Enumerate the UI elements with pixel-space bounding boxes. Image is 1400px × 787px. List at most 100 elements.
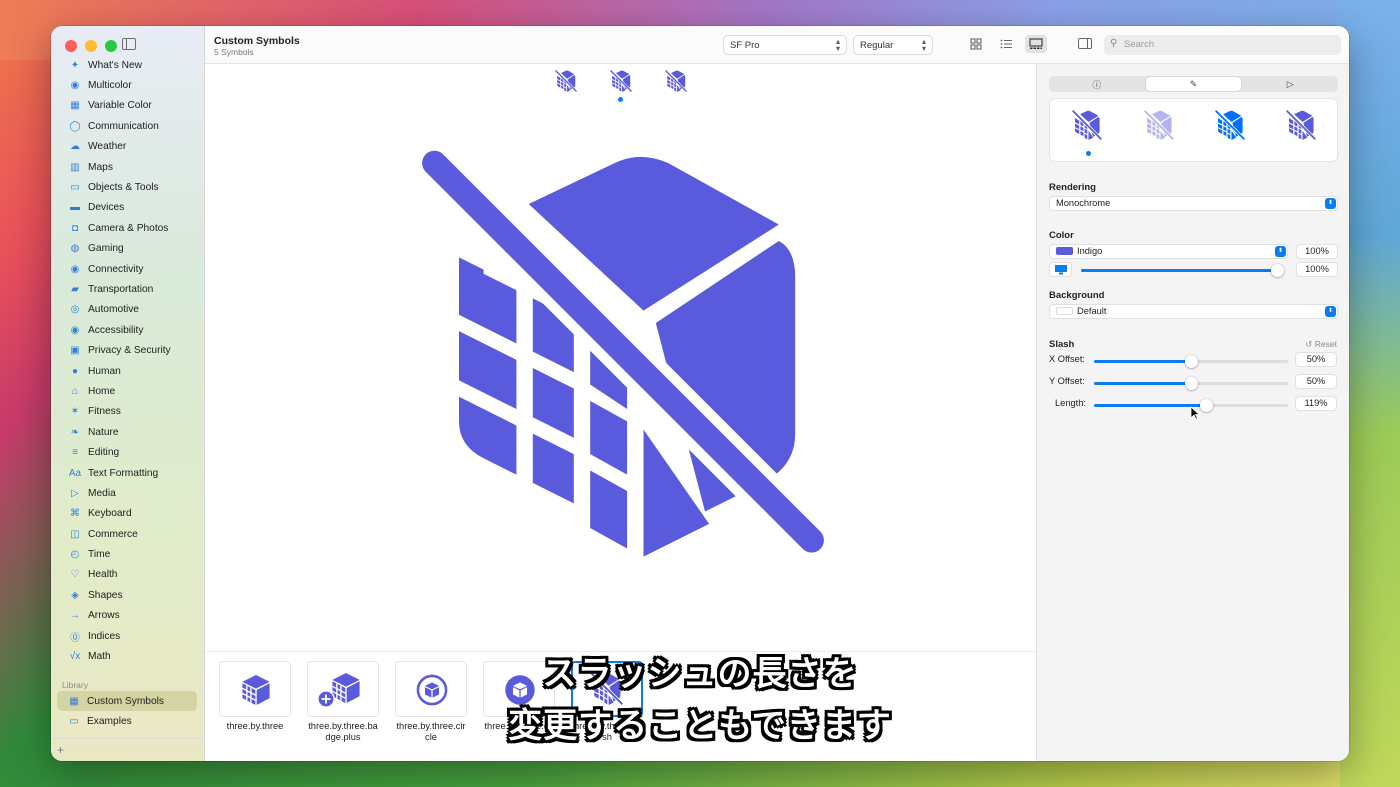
opacity-percent-field[interactable]: 100% bbox=[1296, 262, 1338, 277]
list-view-button[interactable] bbox=[995, 35, 1017, 53]
sidebar-item[interactable]: ▭ Objects & Tools bbox=[51, 177, 205, 197]
opacity-slider-knob[interactable] bbox=[1271, 264, 1284, 277]
palette-preview[interactable] bbox=[1214, 109, 1246, 142]
x-offset-slider[interactable] bbox=[1094, 355, 1288, 368]
y-offset-slider-knob[interactable] bbox=[1185, 377, 1198, 390]
color-percent-field[interactable]: 100% bbox=[1296, 244, 1338, 259]
variant-small[interactable] bbox=[554, 69, 578, 94]
length-slider-knob[interactable] bbox=[1200, 399, 1213, 412]
variant-medium[interactable] bbox=[609, 69, 633, 102]
updown-chevron-icon: ⬍ bbox=[1325, 198, 1336, 209]
sidebar-item[interactable]: ▦ Variable Color bbox=[51, 96, 205, 116]
hierarchical-preview[interactable] bbox=[1143, 109, 1175, 142]
reset-button[interactable]: ↺ Reset bbox=[1305, 339, 1337, 350]
sidebar-item-label: Nature bbox=[88, 426, 119, 438]
sidebar-item-label: Variable Color bbox=[88, 100, 152, 112]
cube-grid-slash-icon bbox=[1214, 109, 1246, 142]
sidebar-item-label: Camera & Photos bbox=[88, 222, 169, 234]
sidebar-item[interactable]: ◉ Accessibility bbox=[51, 320, 205, 340]
search-field[interactable]: ⚲ Search bbox=[1104, 35, 1341, 55]
sidebar-item[interactable]: ▷ Media bbox=[51, 483, 205, 503]
sidebar-item[interactable]: ◘ Camera & Photos bbox=[51, 218, 205, 238]
opacity-slider[interactable] bbox=[1081, 264, 1284, 277]
sidebar-item[interactable]: ◍ Gaming bbox=[51, 239, 205, 259]
sidebar-item[interactable]: ◴ Time bbox=[51, 544, 205, 564]
sidebar-item[interactable]: ❧ Nature bbox=[51, 422, 205, 442]
length-field[interactable]: 119% bbox=[1295, 396, 1337, 411]
sidebar-item[interactable]: ☁ Weather bbox=[51, 137, 205, 157]
sidebar-item-label: Objects & Tools bbox=[88, 182, 159, 194]
background-select[interactable]: Default ⬍ bbox=[1049, 304, 1338, 319]
minimize-button[interactable] bbox=[85, 40, 97, 52]
toolbar: Custom Symbols 5 Symbols SF Pro ▴ ▾ Regul… bbox=[205, 26, 1349, 64]
mouse-cursor-icon bbox=[1190, 406, 1200, 420]
weight-popup[interactable]: Regular ▴ ▾ bbox=[853, 35, 933, 55]
sidebar-item[interactable]: ⓪ Indices bbox=[51, 626, 205, 646]
opacity-mode-button[interactable] bbox=[1049, 262, 1072, 277]
inspector-toggle-icon[interactable] bbox=[1078, 38, 1092, 49]
sidebar-item[interactable]: ◉ Connectivity bbox=[51, 259, 205, 279]
color-swatch bbox=[1056, 247, 1073, 255]
sidebar-item[interactable]: ◯ Communication bbox=[51, 116, 205, 136]
y-offset-label: Y Offset: bbox=[1049, 376, 1085, 386]
sidebar-item[interactable]: ♡ Health bbox=[51, 565, 205, 585]
reset-label: Reset bbox=[1314, 339, 1337, 349]
sidebar-item[interactable]: ✶ Fitness bbox=[51, 402, 205, 422]
sidebar-item[interactable]: ● Human bbox=[51, 361, 205, 381]
sidebar-item[interactable]: ▰ Transportation bbox=[51, 279, 205, 299]
sidebar-item-label: Automotive bbox=[88, 304, 139, 316]
sidebar-item-label: Weather bbox=[88, 141, 127, 153]
sidebar-item-label: Media bbox=[88, 487, 116, 499]
gallery-view-button[interactable] bbox=[1025, 35, 1047, 53]
grid-view-button[interactable] bbox=[965, 35, 987, 53]
rendering-select[interactable]: Monochrome ⬍ bbox=[1049, 196, 1338, 211]
variable-color-icon: ▦ bbox=[70, 100, 80, 112]
sidebar-item-label: Health bbox=[88, 569, 118, 581]
x-offset-slider-knob[interactable] bbox=[1185, 355, 1198, 368]
slider-icon: ≡ bbox=[72, 447, 78, 459]
sidebar-item[interactable]: ▣ Privacy & Security bbox=[51, 340, 205, 360]
search-placeholder: Search bbox=[1124, 39, 1155, 50]
close-button[interactable] bbox=[65, 40, 77, 52]
sidebar-item[interactable]: ✦ What's New bbox=[51, 55, 205, 75]
rendering-select-value: Monochrome bbox=[1056, 198, 1111, 208]
sidebar-item-label: Devices bbox=[88, 202, 125, 214]
sidebar-item-label: Shapes bbox=[88, 589, 123, 601]
variant-large[interactable] bbox=[664, 69, 688, 94]
info-tab[interactable]: ⓘ bbox=[1049, 76, 1145, 92]
sidebar-item[interactable]: ⌘ Keyboard bbox=[51, 504, 205, 524]
zoom-button[interactable] bbox=[105, 40, 117, 52]
animation-tab[interactable]: ▷ bbox=[1242, 76, 1338, 92]
background-label: Background bbox=[1049, 290, 1105, 301]
sidebar-item-label: Indices bbox=[88, 630, 121, 642]
sidebar-item[interactable]: ◉ Multicolor bbox=[51, 75, 205, 95]
color-select[interactable]: Indigo ⬍ bbox=[1049, 244, 1288, 259]
font-popup[interactable]: SF Pro ▴ ▾ bbox=[723, 35, 847, 55]
sidebar-item[interactable]: ◎ Automotive bbox=[51, 300, 205, 320]
y-offset-slider[interactable] bbox=[1094, 377, 1288, 390]
gallery-icon bbox=[1029, 38, 1043, 49]
command-icon: ⌘ bbox=[70, 508, 80, 520]
list-icon bbox=[1000, 39, 1012, 49]
sidebar-item[interactable]: ▬ Devices bbox=[51, 198, 205, 218]
sidebar-item[interactable]: ≡ Editing bbox=[51, 442, 205, 462]
sidebar-item-label: Connectivity bbox=[88, 263, 144, 275]
x-offset-field[interactable]: 50% bbox=[1295, 352, 1337, 367]
reset-icon: ↺ bbox=[1305, 339, 1315, 349]
sidebar-item[interactable]: ◈ Shapes bbox=[51, 585, 205, 605]
rendering-tab[interactable]: ✎ bbox=[1145, 77, 1242, 91]
window-controls bbox=[65, 40, 117, 52]
index-circle-icon: ⓪ bbox=[70, 632, 80, 644]
monochrome-preview[interactable] bbox=[1071, 109, 1103, 142]
multicolor-preview[interactable] bbox=[1285, 109, 1317, 142]
sidebar-item[interactable]: ▥ Maps bbox=[51, 157, 205, 177]
sidebar-item[interactable]: ⌂ Home bbox=[51, 381, 205, 401]
rendering-mode-previews bbox=[1049, 98, 1338, 162]
symbol-count: 5 Symbols bbox=[214, 47, 254, 57]
sidebar-toggle-icon[interactable] bbox=[122, 38, 136, 50]
y-offset-field[interactable]: 50% bbox=[1295, 374, 1337, 389]
sidebar-item[interactable]: Aa Text Formatting bbox=[51, 463, 205, 483]
sidebar-item[interactable]: ◫ Commerce bbox=[51, 524, 205, 544]
symbol-preview bbox=[418, 146, 828, 586]
sidebar-item[interactable]: → Arrows bbox=[51, 606, 205, 626]
